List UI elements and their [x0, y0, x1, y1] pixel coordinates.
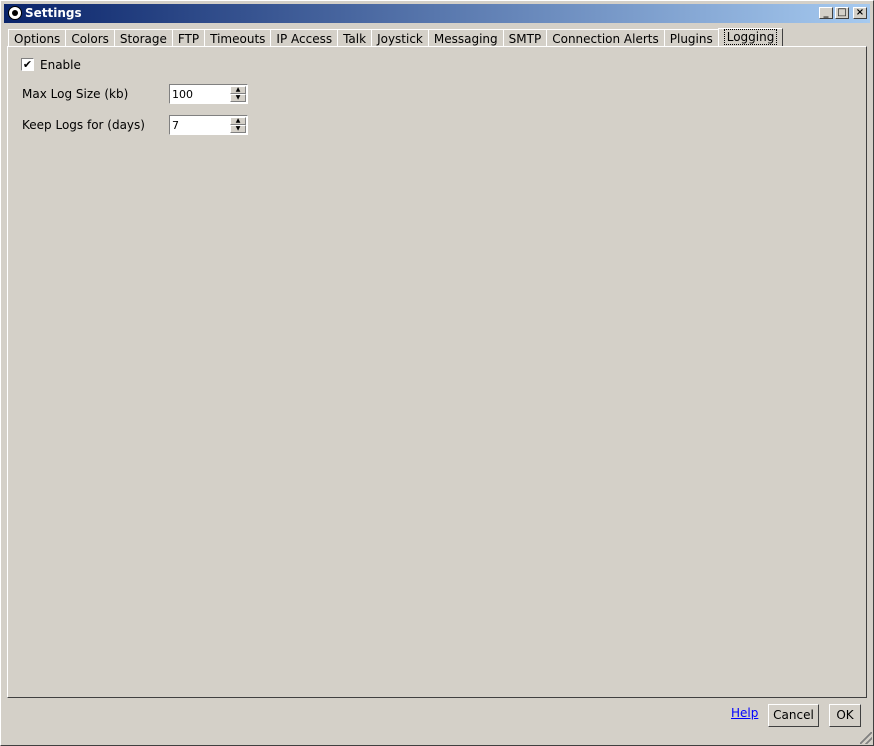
spin-down-icon[interactable]: ▼: [230, 94, 246, 102]
close-button[interactable]: ×: [853, 7, 867, 19]
app-eye-icon: [8, 6, 22, 20]
max-log-size-spin-buttons: ▲ ▼: [230, 86, 246, 102]
max-log-size-spinner: ▲ ▼: [169, 84, 248, 104]
tab-storage[interactable]: Storage: [113, 29, 173, 47]
window-title: Settings: [25, 6, 82, 20]
tab-plugins[interactable]: Plugins: [663, 29, 719, 47]
resize-grip-icon[interactable]: [860, 732, 872, 744]
tab-timeouts[interactable]: Timeouts: [204, 29, 272, 47]
keep-logs-label: Keep Logs for (days): [22, 118, 145, 132]
tab-strip: Options Colors Storage FTP Timeouts IP Access…: [8, 28, 784, 47]
tab-logging-label: Logging: [723, 29, 778, 45]
tab-options[interactable]: Options: [8, 29, 67, 47]
help-link[interactable]: Help: [731, 706, 758, 720]
spin-up-icon[interactable]: ▲: [230, 117, 246, 125]
max-log-size-label: Max Log Size (kb): [22, 87, 129, 101]
tab-ip-access[interactable]: IP Access: [270, 29, 339, 47]
keep-logs-spin-buttons: ▲ ▼: [230, 117, 246, 133]
max-log-size-input[interactable]: [172, 86, 227, 102]
spin-up-icon[interactable]: ▲: [230, 86, 246, 94]
tab-messaging[interactable]: Messaging: [427, 29, 504, 47]
ok-button[interactable]: OK: [829, 704, 861, 727]
spin-down-icon[interactable]: ▼: [230, 125, 246, 133]
maximize-button[interactable]: □: [835, 7, 849, 19]
tab-logging[interactable]: Logging: [717, 28, 784, 47]
enable-checkbox[interactable]: ✔: [21, 58, 34, 71]
minimize-button[interactable]: _: [819, 7, 833, 19]
title-bar[interactable]: Settings _ □ ×: [4, 4, 870, 23]
tab-talk[interactable]: Talk: [337, 29, 373, 47]
tab-smtp[interactable]: SMTP: [502, 29, 548, 47]
tab-colors[interactable]: Colors: [65, 29, 115, 47]
enable-label[interactable]: Enable: [40, 58, 81, 72]
tab-joystick[interactable]: Joystick: [371, 29, 429, 47]
tab-ftp[interactable]: FTP: [171, 29, 206, 47]
logging-panel: ✔ Enable Max Log Size (kb) ▲ ▼ Keep Logs…: [7, 46, 867, 698]
tab-connection-alerts[interactable]: Connection Alerts: [546, 29, 665, 47]
keep-logs-spinner: ▲ ▼: [169, 115, 248, 135]
keep-logs-input[interactable]: [172, 117, 227, 133]
cancel-button[interactable]: Cancel: [768, 704, 819, 727]
